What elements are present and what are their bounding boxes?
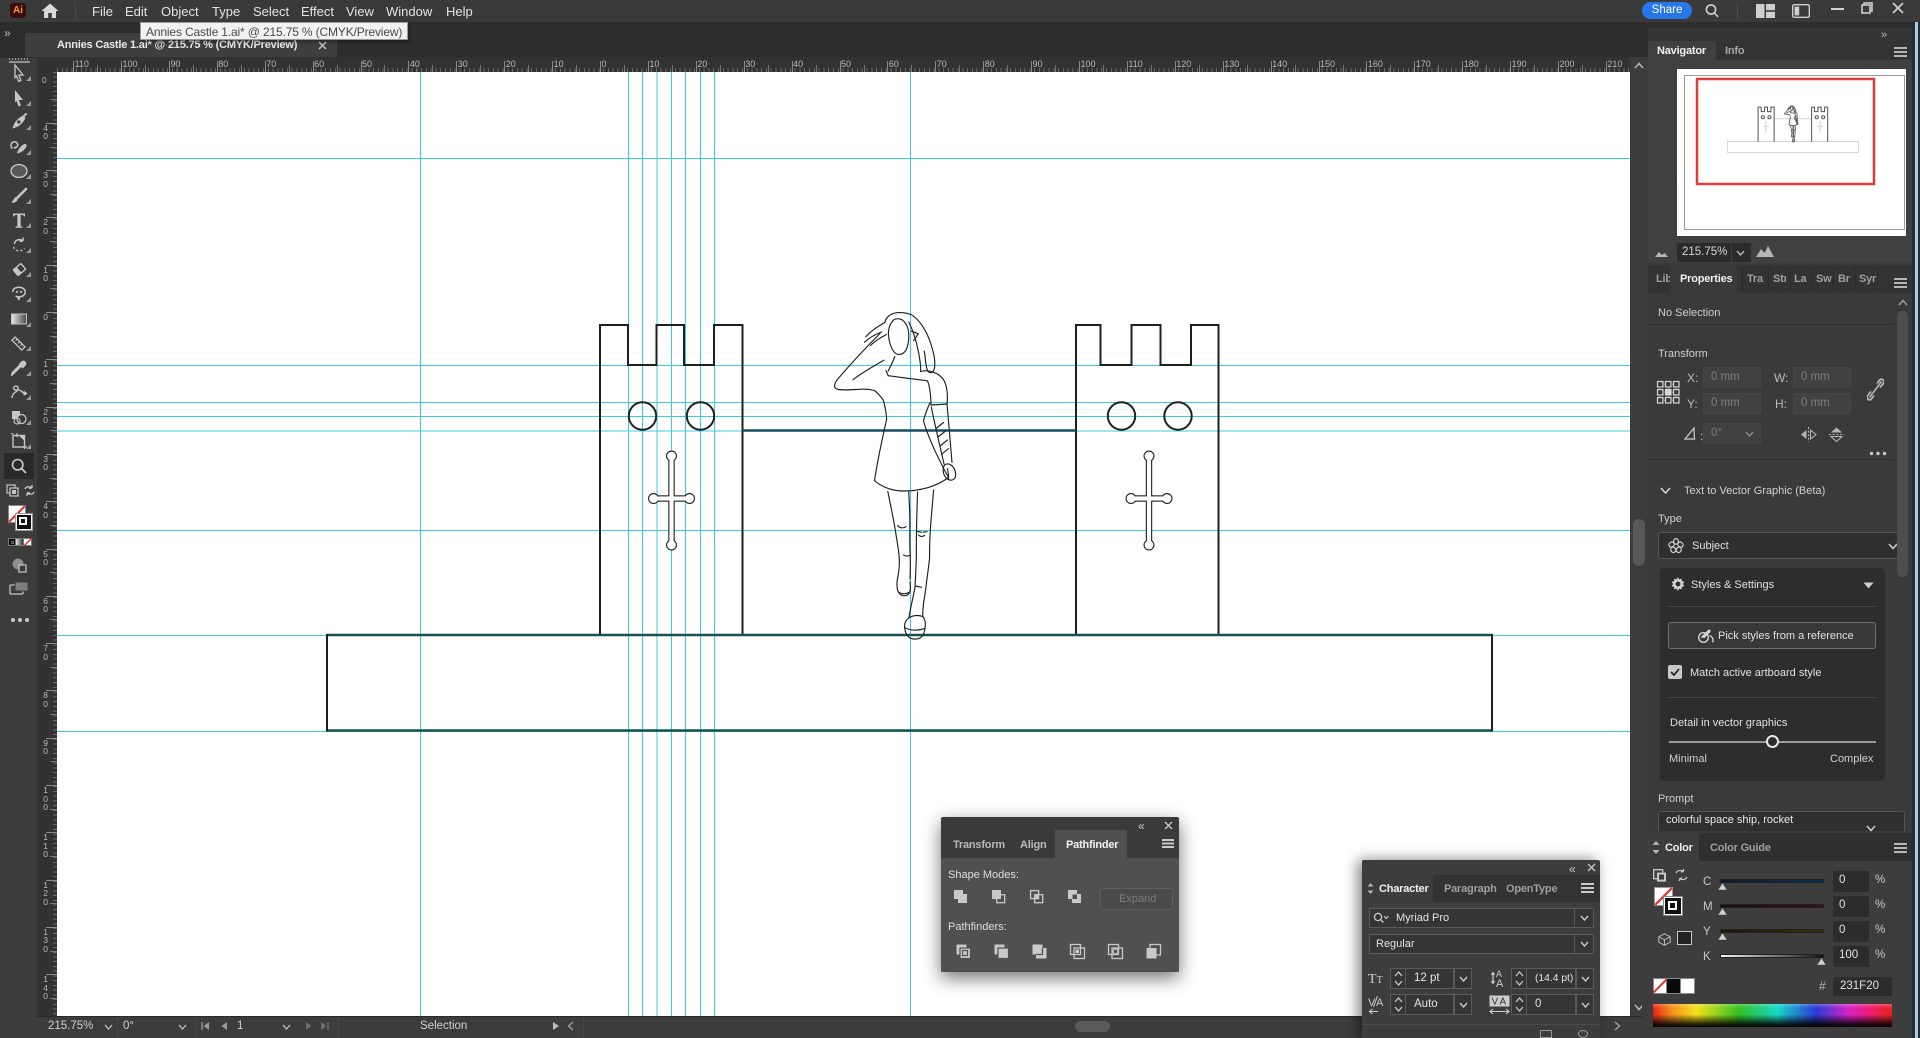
svg-text:A: A xyxy=(1496,978,1504,989)
svg-text:A: A xyxy=(1500,997,1507,1008)
svg-text:A: A xyxy=(1376,997,1384,1009)
svg-text:V: V xyxy=(1492,997,1499,1008)
